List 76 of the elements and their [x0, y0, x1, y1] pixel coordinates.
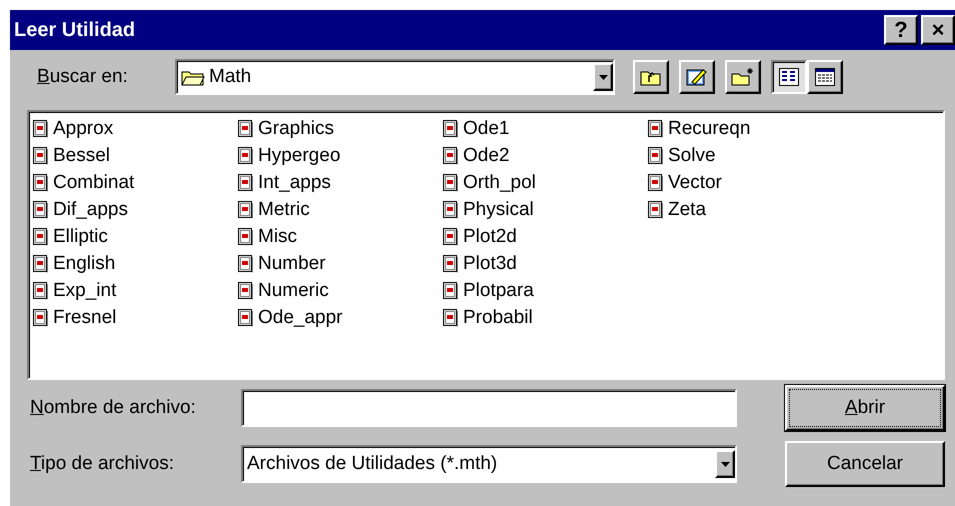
document-icon — [238, 146, 254, 164]
document-icon — [648, 120, 664, 138]
document-icon — [648, 174, 664, 192]
file-name[interactable]: Recureqn — [668, 118, 750, 140]
file-name[interactable]: Hypergeo — [258, 144, 340, 166]
dialog-button[interactable]: Cancelar — [785, 441, 945, 487]
document-icon — [443, 146, 459, 164]
file-name[interactable]: Misc — [258, 226, 298, 248]
file-name[interactable]: Ode_appr — [258, 306, 343, 328]
file-name[interactable]: Ode2 — [463, 144, 510, 166]
file-name[interactable]: Dif_apps — [53, 198, 128, 220]
document-icon — [443, 308, 459, 326]
file-name-field[interactable] — [241, 389, 737, 427]
document-icon — [238, 228, 254, 246]
document-icon — [238, 174, 254, 192]
document-icon — [443, 228, 459, 246]
document-icon — [33, 308, 49, 326]
document-icon — [33, 120, 49, 138]
file-name[interactable]: Physical — [463, 198, 534, 220]
list-view-icon — [779, 68, 799, 86]
file-name[interactable]: Vector — [668, 172, 722, 194]
up-button[interactable] — [633, 60, 669, 94]
document-icon — [443, 282, 459, 300]
pencil-window-icon — [686, 67, 708, 87]
close-button[interactable]: × — [921, 15, 955, 45]
details-button[interactable] — [807, 60, 843, 94]
file-name[interactable]: Fresnel — [53, 306, 116, 328]
document-icon — [33, 146, 49, 164]
file-name[interactable]: Graphics — [258, 118, 334, 140]
document-icon — [33, 254, 49, 272]
file-name[interactable]: Elliptic — [53, 226, 108, 248]
file-type-label: Tipo de archivos: — [30, 453, 175, 475]
file-name[interactable]: Ode1 — [463, 118, 510, 140]
file-name[interactable]: Int_apps — [258, 172, 331, 194]
document-icon — [648, 200, 664, 218]
details-view-icon — [815, 68, 835, 86]
document-icon — [443, 120, 459, 138]
file-name[interactable]: Numeric — [258, 280, 329, 302]
new-folder-icon — [731, 67, 755, 87]
document-icon — [238, 200, 254, 218]
document-icon — [33, 282, 49, 300]
look-in-dropdown[interactable]: Math — [175, 59, 615, 95]
desktop-button[interactable] — [679, 60, 715, 94]
document-icon — [238, 308, 254, 326]
file-name[interactable]: Orth_pol — [463, 172, 536, 194]
file-name[interactable]: Plot2d — [463, 226, 517, 248]
document-icon — [443, 254, 459, 272]
list-button[interactable] — [771, 60, 807, 94]
document-icon — [238, 254, 254, 272]
dialog-button[interactable]: Abrir — [785, 385, 945, 431]
file-name[interactable]: Exp_int — [53, 280, 116, 302]
document-icon — [33, 200, 49, 218]
file-name[interactable]: Combinat — [53, 172, 134, 194]
file-name[interactable]: English — [53, 252, 116, 274]
file-name[interactable]: Plot3d — [463, 252, 517, 274]
file-name[interactable]: Number — [258, 252, 326, 274]
look-in-label: Buscar en: — [37, 66, 129, 88]
document-icon — [238, 120, 254, 138]
file-type-dropdown[interactable]: Archivos de Utilidades (*.mth) — [241, 445, 737, 483]
help-button[interactable]: ? — [884, 15, 918, 45]
document-icon — [648, 146, 664, 164]
document-icon — [443, 174, 459, 192]
document-icon — [443, 200, 459, 218]
file-name[interactable]: Approx — [53, 118, 114, 140]
file-name[interactable]: Plotpara — [463, 280, 534, 302]
window-title: Leer Utilidad — [14, 18, 136, 42]
file-name[interactable]: Solve — [668, 144, 716, 166]
file-name[interactable]: Probabil — [463, 306, 533, 328]
document-icon — [33, 228, 49, 246]
document-icon — [33, 174, 49, 192]
file-name-label: Nombre de archivo: — [30, 397, 197, 419]
file-name[interactable]: Zeta — [668, 198, 706, 220]
new-folder-button[interactable] — [725, 60, 761, 94]
file-name[interactable]: Bessel — [53, 144, 110, 166]
document-icon — [238, 282, 254, 300]
file-name[interactable]: Metric — [258, 198, 310, 220]
